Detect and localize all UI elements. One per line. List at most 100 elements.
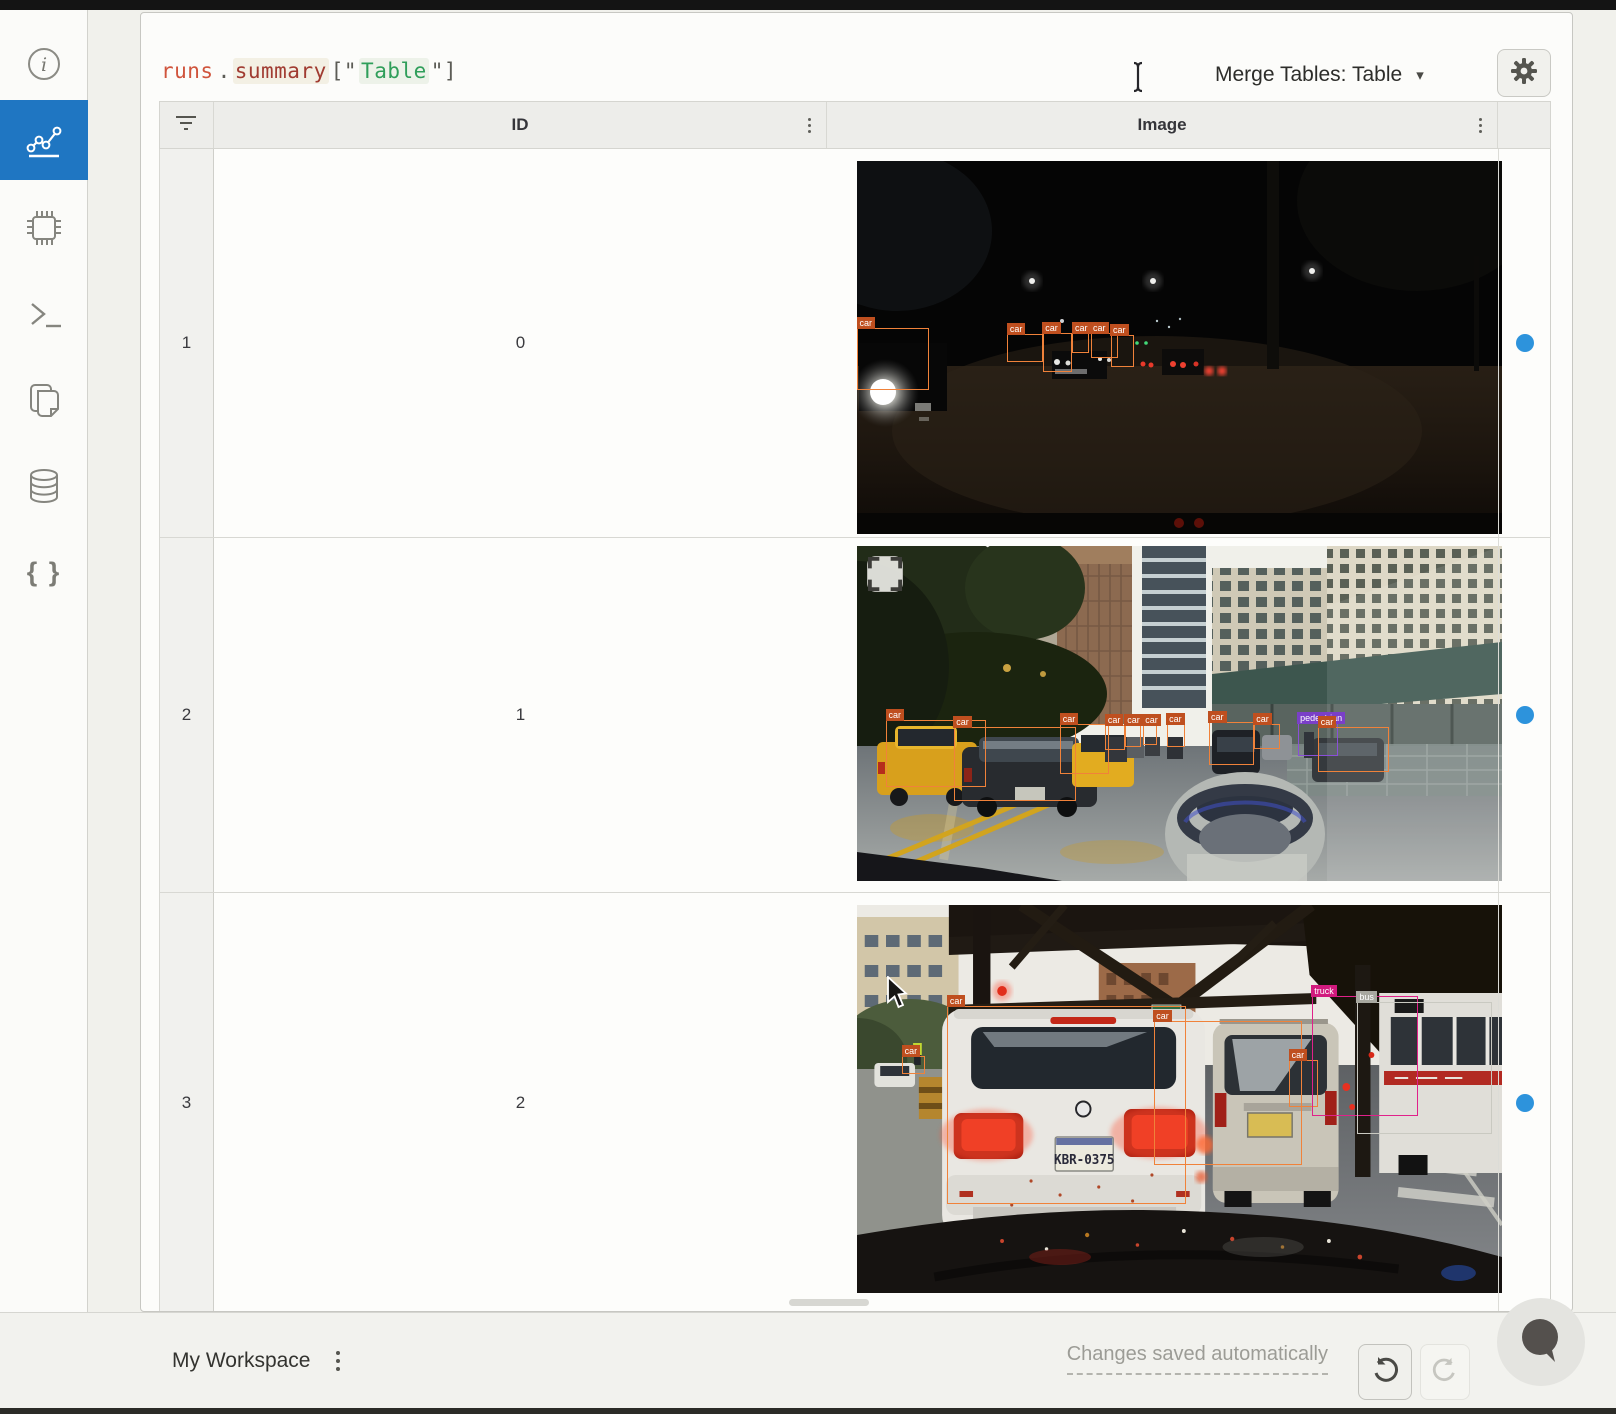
- undo-icon: [1370, 1355, 1400, 1390]
- bounding-box-label: car: [1208, 711, 1227, 723]
- bounding-box-car: car: [954, 727, 1077, 801]
- row-actions-cell: [1498, 149, 1550, 537]
- bounding-box-car: car: [947, 1006, 1186, 1204]
- row-index-cell: 1: [160, 149, 214, 537]
- id-value: 0: [516, 333, 525, 353]
- row-index: 1: [182, 333, 191, 353]
- row-selected-dot[interactable]: [1516, 1094, 1534, 1112]
- query-token: runs: [159, 58, 216, 84]
- sidebar-item-system[interactable]: [0, 188, 88, 268]
- row-selected-dot[interactable]: [1516, 706, 1534, 724]
- screen: i { }: [0, 0, 1616, 1414]
- id-cell: 0: [214, 149, 827, 537]
- svg-text:i: i: [41, 54, 47, 76]
- id-cell: 1: [214, 538, 827, 892]
- row-index-cell: 2: [160, 538, 214, 892]
- workspace-title: My Workspace: [172, 1349, 310, 1373]
- bounding-box-label: car: [1110, 324, 1129, 336]
- row-image-city-street[interactable]: carcarcarcarcarcarcarcarcarpedestriancar: [857, 546, 1502, 881]
- merge-tables-label: Merge Tables: Table: [1215, 63, 1402, 87]
- chat-bubble-icon: [1515, 1314, 1567, 1371]
- bounding-box-car: car: [1111, 335, 1135, 367]
- undo-button[interactable]: [1358, 1344, 1412, 1400]
- bounding-box-label: car: [1142, 714, 1161, 726]
- bounding-box-label: car: [1166, 713, 1185, 725]
- autosave-status: Changes saved automatically: [1067, 1343, 1328, 1375]
- id-value: 1: [516, 705, 525, 725]
- redo-button-disabled[interactable]: [1420, 1344, 1470, 1400]
- bounding-box-label: car: [1124, 714, 1143, 726]
- id-column-menu-icon[interactable]: [802, 114, 816, 136]
- sidebar-item-code[interactable]: { }: [0, 532, 88, 612]
- cpu-icon: [23, 207, 65, 249]
- terminal-icon: [23, 293, 65, 335]
- bounding-box-car: car: [902, 1056, 925, 1073]
- bounding-box-label: car: [1042, 322, 1061, 334]
- image-column-menu-icon[interactable]: [1473, 114, 1487, 136]
- table-header-row: ID Image: [159, 101, 1551, 149]
- sidebar-item-info[interactable]: i: [0, 24, 88, 104]
- query-token: [": [329, 58, 359, 84]
- bounding-box-label: car: [1289, 1049, 1308, 1061]
- column-header-image[interactable]: Image: [827, 102, 1498, 148]
- query-token: "]: [429, 58, 459, 84]
- info-icon: i: [24, 44, 64, 84]
- bounding-box-car: car: [1007, 334, 1043, 362]
- column-header-image-label: Image: [1137, 115, 1186, 135]
- bounding-box-label: car: [1090, 322, 1109, 334]
- bounding-box-label: truck: [1311, 985, 1337, 997]
- chevron-down-icon: ▾: [1416, 66, 1424, 84]
- image-cell: carcarcarcarcarcarcarcarcarpedestriancar: [827, 538, 1498, 892]
- text-cursor-icon: [1131, 61, 1145, 98]
- bounding-box-car: car: [1043, 333, 1073, 372]
- row-image-traffic-under-bridge[interactable]: KBR-0375: [857, 905, 1502, 1293]
- id-cell: 2: [214, 893, 827, 1312]
- top-black-bar: [0, 0, 1616, 10]
- panel-query[interactable]: runs.summary["Table"]: [159, 59, 459, 83]
- column-header-actions: [1498, 102, 1550, 148]
- bounding-box-label: car: [902, 1045, 921, 1057]
- left-sidebar: i { }: [0, 10, 88, 1312]
- column-header-id-label: ID: [511, 115, 528, 135]
- filter-header-cell[interactable]: [160, 102, 214, 148]
- sidebar-item-files[interactable]: [0, 360, 88, 440]
- bounding-box-car: car: [1105, 725, 1124, 750]
- merge-tables-dropdown[interactable]: Merge Tables: Table ▾: [1215, 63, 1424, 87]
- row-actions-cell: [1498, 893, 1550, 1312]
- bounding-box-label: car: [1060, 713, 1079, 725]
- row-selected-dot[interactable]: [1516, 334, 1534, 352]
- bounding-box-layer: carcarcarcarcarcar: [857, 161, 1502, 534]
- workspace-menu-icon[interactable]: [336, 1351, 340, 1371]
- sidebar-item-charts[interactable]: [0, 100, 88, 180]
- help-chat-button[interactable]: [1497, 1298, 1585, 1386]
- redo-icon: [1431, 1356, 1459, 1389]
- row-image-night-drive[interactable]: carcarcarcarcarcar: [857, 161, 1502, 534]
- bounding-box-car: car: [1143, 725, 1157, 745]
- expand-image-button[interactable]: [867, 556, 903, 592]
- copy-icon: [23, 379, 65, 421]
- bounding-box-car: car: [1072, 333, 1089, 353]
- sidebar-item-logs[interactable]: [0, 274, 88, 354]
- horizontal-scrollbar-thumb[interactable]: [789, 1299, 869, 1306]
- bottom-edge: [0, 1408, 1616, 1414]
- query-token: .: [216, 58, 233, 84]
- table-row: 3 2: [159, 893, 1551, 1312]
- filter-icon: [174, 114, 198, 137]
- column-header-id[interactable]: ID: [214, 102, 827, 148]
- bounding-box-label: car: [947, 995, 966, 1007]
- bounding-box-label: car: [1072, 322, 1091, 334]
- bounding-box-label: car: [857, 317, 875, 329]
- bounding-box-label: car: [953, 716, 972, 728]
- gear-icon: [1510, 57, 1538, 90]
- sidebar-item-artifacts[interactable]: [0, 446, 88, 526]
- image-cell: carcarcarcarcarcar: [827, 149, 1498, 537]
- row-actions-cell: [1498, 538, 1550, 892]
- panel-settings-button[interactable]: [1497, 49, 1551, 97]
- query-token: summary: [233, 58, 329, 84]
- bounding-box-label: bus: [1356, 991, 1377, 1003]
- table-row: 2 1: [159, 538, 1551, 893]
- bounding-box-label: car: [1007, 323, 1026, 335]
- bounding-box-car: car: [1254, 724, 1280, 749]
- bounding-box-label: car: [1318, 716, 1337, 728]
- table-panel-card: runs.summary["Table"] Merge Tables: Tabl…: [140, 12, 1573, 1312]
